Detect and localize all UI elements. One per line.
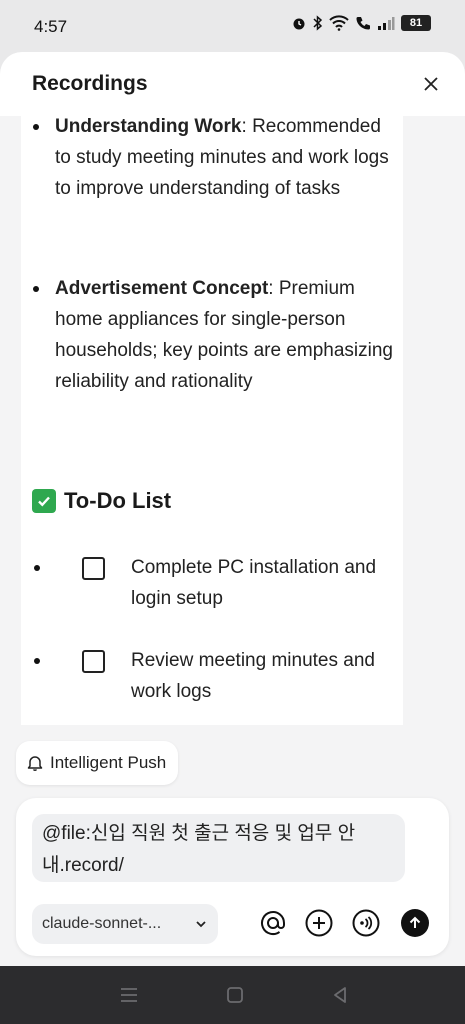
- recents-button[interactable]: [118, 984, 140, 1006]
- model-selector[interactable]: claude-sonnet-...: [32, 904, 218, 944]
- back-icon: [334, 987, 346, 1003]
- wifi-icon: [329, 15, 349, 31]
- close-button[interactable]: [415, 68, 447, 100]
- summary-item-label: Understanding Work: [55, 116, 242, 137]
- check-mark-icon: [32, 489, 56, 513]
- sheet-title: Recordings: [32, 72, 148, 95]
- intelligent-push-button[interactable]: Intelligent Push: [16, 741, 179, 785]
- todo-checkbox[interactable]: [82, 557, 105, 580]
- todo-text: Complete PC installation and login setup: [131, 557, 377, 609]
- voice-icon: [352, 909, 380, 937]
- at-icon: [261, 911, 285, 935]
- status-bar: 4:57 81: [0, 0, 465, 52]
- send-button[interactable]: [401, 909, 429, 937]
- home-square-icon: [227, 987, 243, 1003]
- summary-item-label: Advertisement Concept: [55, 278, 269, 299]
- call-icon: [356, 17, 370, 30]
- todo-checkbox[interactable]: [82, 650, 105, 673]
- model-name: claude-sonnet-...: [42, 915, 162, 932]
- bullet-dot: [34, 565, 40, 571]
- voice-button[interactable]: [352, 909, 380, 937]
- recording-summary: Understanding Work: Recommended to study…: [21, 116, 403, 725]
- home-button[interactable]: [224, 984, 246, 1006]
- todo-text: Review meeting minutes and work logs: [131, 650, 375, 702]
- composer: @file:신입 직원 첫 출근 적응 및 업무 안내.record/ clau…: [16, 798, 449, 956]
- todo-heading-text: To-Do List: [64, 488, 172, 513]
- battery-icon: 81: [401, 15, 431, 31]
- status-time: 4:57: [34, 17, 68, 36]
- add-button[interactable]: [305, 909, 333, 937]
- add-icon: [305, 909, 333, 937]
- intelligent-push-label: Intelligent Push: [50, 753, 167, 772]
- summary-item: Understanding Work: Recommended to study…: [33, 116, 395, 204]
- recordings-sheet: Recordings Understanding Work: Recommend…: [0, 52, 465, 966]
- bell-icon: [27, 756, 43, 772]
- mention-button[interactable]: [259, 909, 287, 937]
- send-icon: [409, 916, 421, 928]
- alarm-icon: [293, 18, 305, 30]
- bullet-dot: [34, 658, 40, 664]
- todo-heading: To-Do List: [32, 488, 171, 514]
- chevron-down-icon: [196, 921, 206, 928]
- status-icons: 81: [291, 15, 431, 31]
- system-nav-bar: [0, 966, 465, 1024]
- close-icon: [424, 77, 438, 91]
- signal-icon: [378, 17, 395, 30]
- bluetooth-icon: [313, 15, 323, 31]
- summary-item: Advertisement Concept: Premium home appl…: [33, 273, 395, 397]
- message-input[interactable]: @file:신입 직원 첫 출근 적응 및 업무 안내.record/: [32, 814, 405, 882]
- menu-icon: [121, 988, 137, 1002]
- back-button[interactable]: [329, 984, 351, 1006]
- sheet-header: Recordings: [0, 52, 465, 116]
